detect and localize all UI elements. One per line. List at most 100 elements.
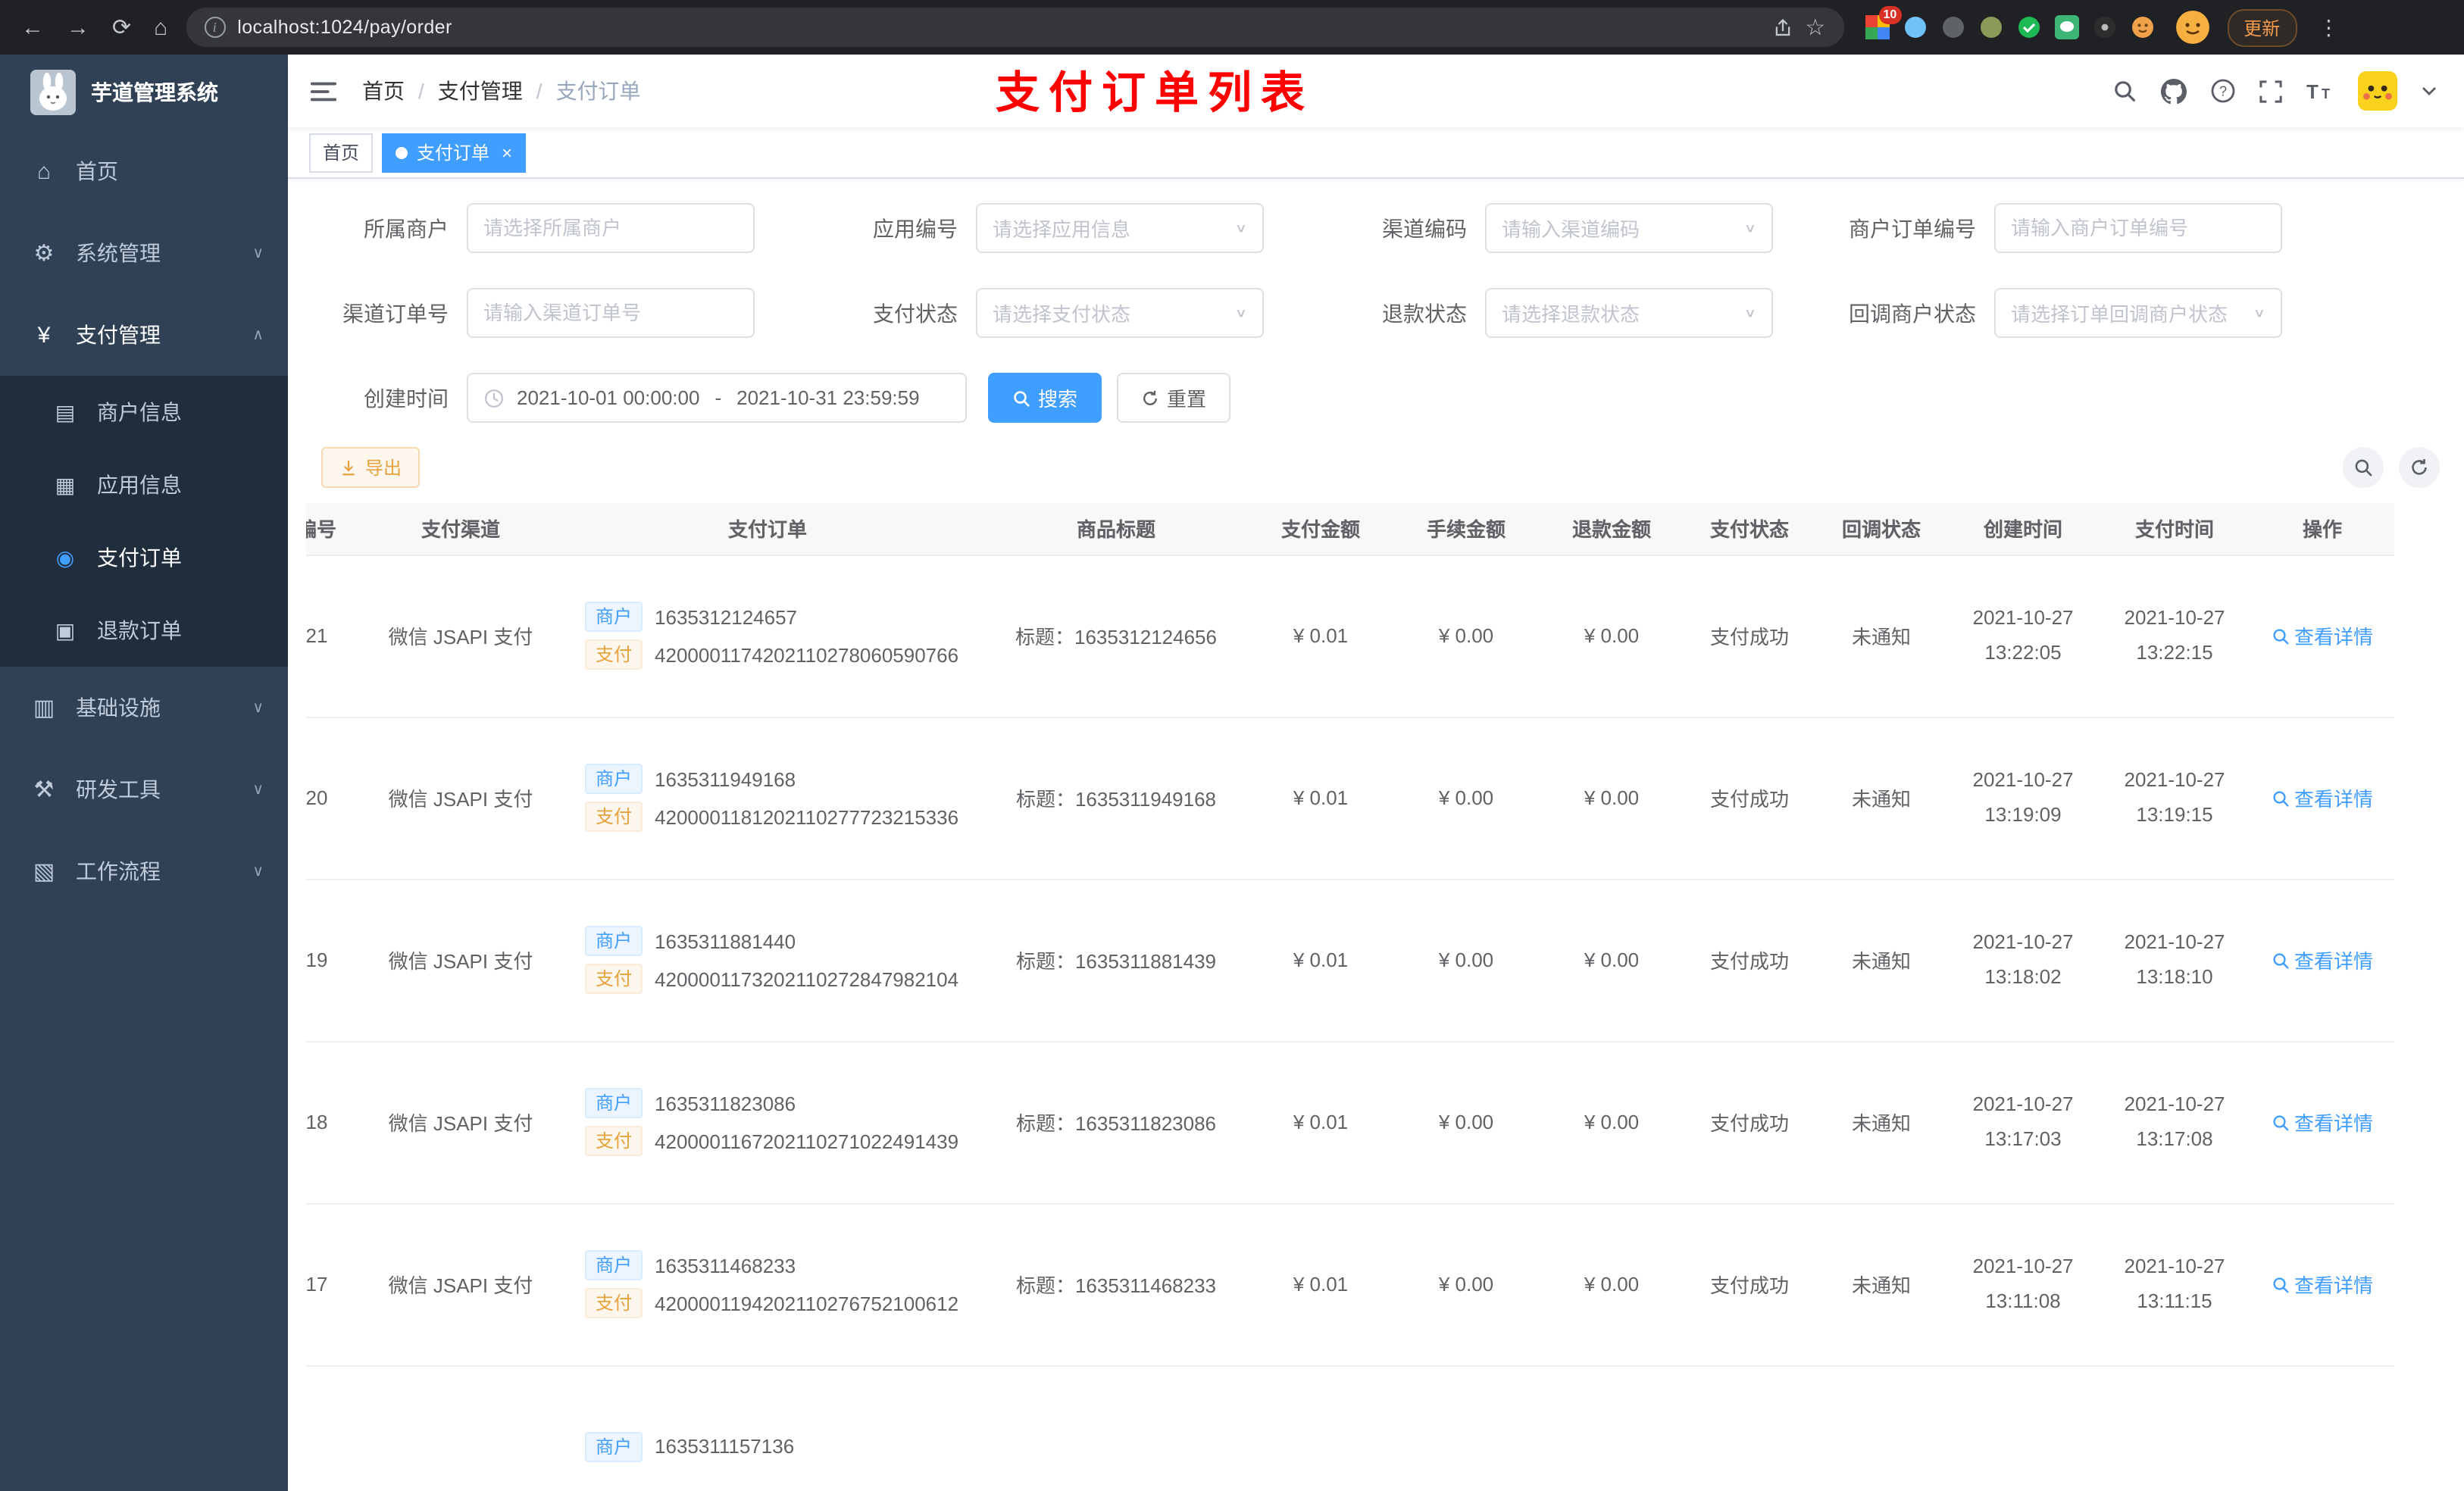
infrastructure-icon: ▥ [33, 695, 55, 721]
url-text: localhost:1024/pay/order [237, 17, 452, 38]
sidebar-subitem[interactable]: ▦ 应用信息 [0, 449, 288, 521]
browser-menu-icon[interactable]: ⋮ [2315, 14, 2342, 40]
column-header[interactable]: 退款金额 [1540, 503, 1684, 555]
date-end-value[interactable]: 2021-10-31 23:59:59 [736, 386, 919, 409]
reset-button[interactable]: 重置 [1117, 373, 1231, 423]
chevron-down-icon: ∨ [1234, 221, 1247, 236]
view-detail-link[interactable]: 查看详情 [2272, 783, 2373, 812]
column-header[interactable]: 操作 [2250, 503, 2394, 555]
sidebar-item[interactable]: ▥ 基础设施 ∨ [0, 667, 288, 749]
column-header[interactable]: 支付状态 [1684, 503, 1815, 555]
font-size-icon[interactable]: TT [2306, 80, 2334, 102]
column-header[interactable]: 支付时间 [2099, 503, 2250, 555]
breadcrumb-item[interactable]: 首页 [362, 76, 405, 106]
view-detail-link[interactable]: 查看详情 [2272, 621, 2373, 650]
orders-table: 编号支付渠道支付订单商品标题支付金额手续金额退款金额支付状态回调状态创建时间支付… [306, 503, 2394, 1491]
merchant-order-no: 1635311949168 [655, 767, 796, 790]
extension-gray-icon[interactable] [1940, 15, 1965, 39]
browser-profile-avatar[interactable] [2175, 11, 2209, 44]
cell-notify-status: 未通知 [1815, 1203, 1947, 1366]
extension-drop-icon[interactable] [1903, 15, 1927, 39]
refresh-table-icon[interactable] [2399, 447, 2440, 488]
search-button-icon [1014, 390, 1030, 406]
search-button[interactable]: 搜索 [988, 373, 1102, 423]
update-button[interactable]: 更新 [2227, 8, 2297, 46]
filter-select[interactable]: 请选择支付状态 ∨ [976, 288, 1264, 338]
filter-input[interactable] [467, 288, 755, 338]
address-bar[interactable]: i localhost:1024/pay/order ☆ [186, 8, 1844, 47]
sidebar-item[interactable]: ▧ 工作流程 ∨ [0, 830, 288, 912]
site-info-icon[interactable]: i [204, 17, 226, 38]
sidebar-subitem[interactable]: ▣ 退款订单 [0, 594, 288, 667]
column-header[interactable]: 支付金额 [1249, 503, 1393, 555]
column-header[interactable]: 商品标题 [983, 503, 1249, 555]
cell-fee-amount: ¥ 0.00 [1393, 879, 1540, 1042]
column-header[interactable]: 支付渠道 [370, 503, 552, 555]
filter-input[interactable] [1994, 203, 2282, 253]
merchant-tag: 商户 [585, 926, 643, 956]
sidebar-item[interactable]: ⌂ 首页 [0, 130, 288, 212]
filter-select[interactable]: 请输入渠道编码 ∨ [1485, 203, 1773, 253]
tab-close-icon[interactable]: × [502, 143, 512, 161]
toggle-search-icon[interactable] [2343, 447, 2384, 488]
extensions-cluster: 10 [1862, 6, 2157, 39]
column-header[interactable]: 编号 [306, 503, 370, 555]
filter-select[interactable]: 请选择应用信息 ∨ [976, 203, 1264, 253]
extension-chat-icon[interactable] [2054, 15, 2079, 39]
sidebar-subitem[interactable]: ◉ 支付订单 [0, 521, 288, 594]
cell-refund-amount: ¥ 0.00 [1540, 1203, 1684, 1366]
home-icon[interactable]: ⌂ [154, 16, 167, 39]
back-icon[interactable]: ← [21, 16, 44, 39]
filter-label: 所属商户 [364, 216, 449, 240]
hamburger-icon[interactable] [309, 77, 338, 105]
app-grid-icon: ▦ [55, 472, 76, 496]
date-range-picker[interactable]: 2021-10-01 00:00:00 - 2021-10-31 23:59:5… [467, 373, 967, 423]
forward-icon[interactable]: → [67, 16, 89, 39]
workflow-icon: ▧ [33, 859, 55, 885]
column-header[interactable]: 支付订单 [552, 503, 983, 555]
caret-down-icon[interactable] [2422, 86, 2437, 95]
export-button[interactable]: 导出 [321, 447, 421, 488]
extension-face-icon[interactable] [2130, 15, 2154, 39]
search-icon[interactable] [2112, 79, 2137, 103]
cell-pay-time: 2021-10-27 13:22:15 [2099, 555, 2250, 717]
user-avatar[interactable] [2358, 71, 2397, 111]
breadcrumb-item[interactable]: 支付管理 [438, 76, 523, 106]
share-icon[interactable] [1773, 17, 1793, 37]
bookmark-star-icon[interactable]: ☆ [1805, 16, 1825, 39]
column-header[interactable]: 手续金额 [1393, 503, 1540, 555]
merchant-tag: 商户 [585, 1088, 643, 1118]
page-content: 所属商户应用编号请选择应用信息∨渠道编码请输入渠道编码∨商户订单编号渠道订单号支… [288, 179, 2464, 1491]
sidebar-item[interactable]: ⚒ 研发工具 ∨ [0, 749, 288, 830]
view-detail-link[interactable]: 查看详情 [2272, 1108, 2373, 1136]
filter-input-field[interactable] [483, 217, 738, 239]
extension-check-icon[interactable] [2016, 15, 2040, 39]
filter-select[interactable]: 请选择订单回调商户状态 ∨ [1994, 288, 2282, 338]
column-header[interactable]: 回调状态 [1815, 503, 1947, 555]
view-tab[interactable]: 首页 [309, 133, 374, 172]
extension-pin-icon[interactable] [2092, 15, 2116, 39]
cell-order-numbers: 商户 1635312124657 支付 42000011742021102780605… [552, 555, 983, 717]
view-tab[interactable]: 支付订单 × [382, 133, 527, 172]
filter-input-field[interactable] [2011, 217, 2265, 239]
filter-input-field[interactable] [483, 302, 738, 324]
view-detail-link[interactable]: 查看详情 [2272, 1270, 2373, 1299]
chevron-up-icon: ∧ [252, 327, 264, 343]
sidebar-item[interactable]: ¥ 支付管理 ∧ [0, 294, 288, 376]
filter-select[interactable]: 请选择退款状态 ∨ [1485, 288, 1773, 338]
extension-olive-icon[interactable] [1978, 15, 2003, 39]
fullscreen-icon[interactable] [2259, 80, 2282, 102]
reload-icon[interactable]: ⟳ [112, 16, 131, 39]
sidebar-subitem[interactable]: ▤ 商户信息 [0, 376, 288, 449]
view-detail-link[interactable]: 查看详情 [2272, 946, 2373, 974]
extensions-puzzle-icon[interactable]: 10 [1865, 6, 1902, 39]
app-logo[interactable]: 芋道管理系统 [0, 55, 288, 130]
github-icon[interactable] [2161, 78, 2187, 104]
sidebar-item[interactable]: ⚙ 系统管理 ∨ [0, 212, 288, 294]
column-header[interactable]: 创建时间 [1947, 503, 2099, 555]
table-row: 19 微信 JSAPI 支付 商户 1635311881440 支付 4200001173… [306, 879, 2394, 1042]
table-row: 20 微信 JSAPI 支付 商户 1635311949168 支付 4200001181… [306, 717, 2394, 880]
date-start-value[interactable]: 2021-10-01 00:00:00 [517, 386, 699, 409]
help-question-icon[interactable]: ? [2211, 79, 2235, 103]
filter-input[interactable] [467, 203, 755, 253]
